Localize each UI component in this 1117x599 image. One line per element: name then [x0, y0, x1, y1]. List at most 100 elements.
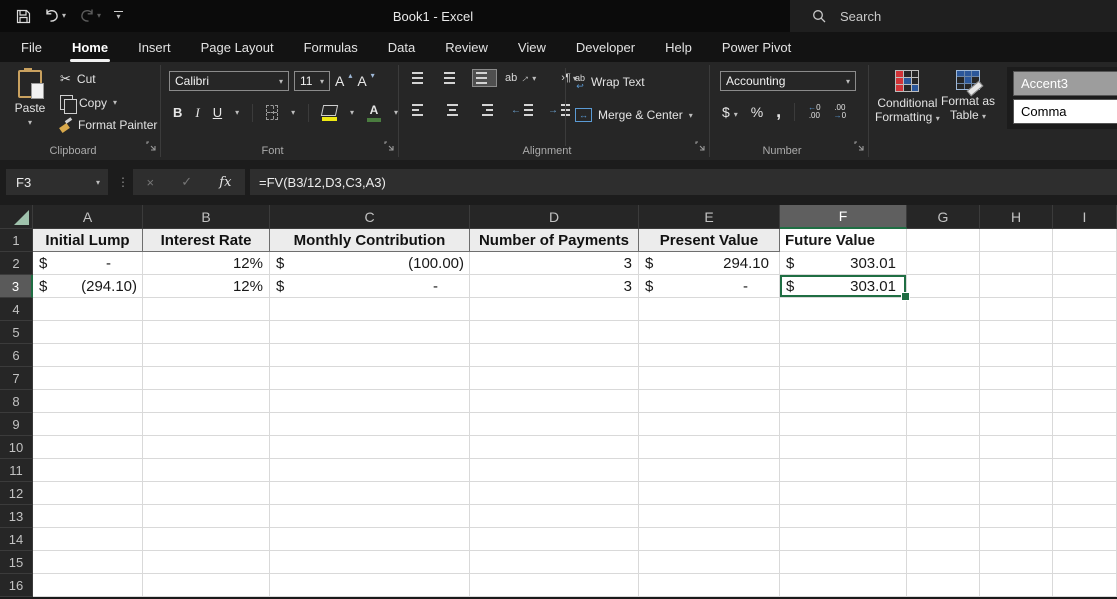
increase-font-size-button[interactable]: A▴: [335, 73, 352, 89]
wrap-text-button[interactable]: ab↩ Wrap Text: [575, 74, 645, 90]
cell-I16[interactable]: [1053, 574, 1117, 597]
cell-F5[interactable]: [780, 321, 907, 344]
cell-E1[interactable]: Present Value: [639, 229, 780, 252]
conditional-formatting-button[interactable]: ConditionalFormatting ▾: [875, 70, 940, 126]
top-align-button[interactable]: [409, 70, 432, 86]
decrease-font-size-button[interactable]: A▾: [357, 73, 374, 89]
fill-color-button[interactable]: [322, 105, 337, 121]
cancel-button[interactable]: ×: [147, 175, 155, 190]
tab-page-layout[interactable]: Page Layout: [186, 32, 289, 62]
cell-B11[interactable]: [143, 459, 270, 482]
cell-H10[interactable]: [980, 436, 1053, 459]
cell-A12[interactable]: [33, 482, 143, 505]
cell-D9[interactable]: [470, 413, 639, 436]
cell-H13[interactable]: [980, 505, 1053, 528]
cell-A2[interactable]: $-: [33, 252, 143, 275]
cell-E9[interactable]: [639, 413, 780, 436]
cell-E6[interactable]: [639, 344, 780, 367]
cell-E10[interactable]: [639, 436, 780, 459]
col-header-B[interactable]: B: [143, 205, 270, 229]
increase-decimal-button[interactable]: ←0.00: [808, 104, 820, 120]
cell-E5[interactable]: [639, 321, 780, 344]
row-header-6[interactable]: 6: [0, 344, 33, 367]
cell-A7[interactable]: [33, 367, 143, 390]
cell-F1[interactable]: Future Value: [780, 229, 907, 252]
cell-E11[interactable]: [639, 459, 780, 482]
cell-H16[interactable]: [980, 574, 1053, 597]
cell-I15[interactable]: [1053, 551, 1117, 574]
insert-function-button[interactable]: fx: [219, 175, 231, 190]
borders-dropdown-icon[interactable]: ▾: [291, 108, 295, 117]
cell-B6[interactable]: [143, 344, 270, 367]
tab-review[interactable]: Review: [430, 32, 503, 62]
font-color-dropdown-icon[interactable]: ▾: [394, 108, 398, 117]
cell-C11[interactable]: [270, 459, 470, 482]
cell-G3[interactable]: [907, 275, 980, 298]
bold-button[interactable]: B: [173, 105, 182, 120]
row-header-14[interactable]: 14: [0, 528, 33, 551]
cell-C3[interactable]: $-: [270, 275, 470, 298]
save-icon[interactable]: [16, 9, 31, 24]
cell-B15[interactable]: [143, 551, 270, 574]
cell-E3[interactable]: $-: [639, 275, 780, 298]
cell-E13[interactable]: [639, 505, 780, 528]
cell-D4[interactable]: [470, 298, 639, 321]
tab-help[interactable]: Help: [650, 32, 707, 62]
cell-E7[interactable]: [639, 367, 780, 390]
align-left-button[interactable]: [409, 102, 432, 118]
cell-C4[interactable]: [270, 298, 470, 321]
cell-G16[interactable]: [907, 574, 980, 597]
cell-H15[interactable]: [980, 551, 1053, 574]
col-header-E[interactable]: E: [639, 205, 780, 229]
row-header-3[interactable]: 3: [0, 275, 33, 298]
cell-F2[interactable]: $303.01: [780, 252, 907, 275]
comma-style-button[interactable]: ,: [776, 101, 781, 122]
row-header-8[interactable]: 8: [0, 390, 33, 413]
row-header-11[interactable]: 11: [0, 459, 33, 482]
row-header-5[interactable]: 5: [0, 321, 33, 344]
cell-F16[interactable]: [780, 574, 907, 597]
row-header-13[interactable]: 13: [0, 505, 33, 528]
cell-H14[interactable]: [980, 528, 1053, 551]
cell-I14[interactable]: [1053, 528, 1117, 551]
cell-A9[interactable]: [33, 413, 143, 436]
cell-style-accent3[interactable]: Accent3: [1013, 71, 1117, 96]
cell-D14[interactable]: [470, 528, 639, 551]
cell-G7[interactable]: [907, 367, 980, 390]
redo-button[interactable]: ▾: [79, 9, 101, 23]
cell-E4[interactable]: [639, 298, 780, 321]
cell-B16[interactable]: [143, 574, 270, 597]
row-header-1[interactable]: 1: [0, 229, 33, 252]
cell-D13[interactable]: [470, 505, 639, 528]
clipboard-dialog-launcher-icon[interactable]: [146, 138, 156, 156]
undo-dropdown-icon[interactable]: ▾: [62, 12, 66, 20]
font-name-select[interactable]: Calibri ▾: [169, 71, 289, 91]
cell-C10[interactable]: [270, 436, 470, 459]
undo-button[interactable]: ▾: [44, 9, 66, 23]
cell-D12[interactable]: [470, 482, 639, 505]
increase-indent-button[interactable]: →: [548, 102, 576, 118]
cell-C16[interactable]: [270, 574, 470, 597]
cell-F8[interactable]: [780, 390, 907, 413]
row-header-10[interactable]: 10: [0, 436, 33, 459]
cell-G9[interactable]: [907, 413, 980, 436]
col-header-A[interactable]: A: [33, 205, 143, 229]
cell-I9[interactable]: [1053, 413, 1117, 436]
cell-H12[interactable]: [980, 482, 1053, 505]
cell-A10[interactable]: [33, 436, 143, 459]
cell-G1[interactable]: [907, 229, 980, 252]
underline-button[interactable]: U: [213, 105, 222, 120]
cell-B13[interactable]: [143, 505, 270, 528]
cell-style-comma[interactable]: Comma: [1013, 99, 1117, 124]
cell-A6[interactable]: [33, 344, 143, 367]
cell-G2[interactable]: [907, 252, 980, 275]
col-header-I[interactable]: I: [1053, 205, 1117, 229]
tab-view[interactable]: View: [503, 32, 561, 62]
tab-insert[interactable]: Insert: [123, 32, 186, 62]
percent-style-button[interactable]: %: [751, 104, 763, 120]
cell-G12[interactable]: [907, 482, 980, 505]
cell-A3[interactable]: $(294.10): [33, 275, 143, 298]
search-input[interactable]: Search: [790, 0, 1117, 32]
cell-C8[interactable]: [270, 390, 470, 413]
cell-C15[interactable]: [270, 551, 470, 574]
